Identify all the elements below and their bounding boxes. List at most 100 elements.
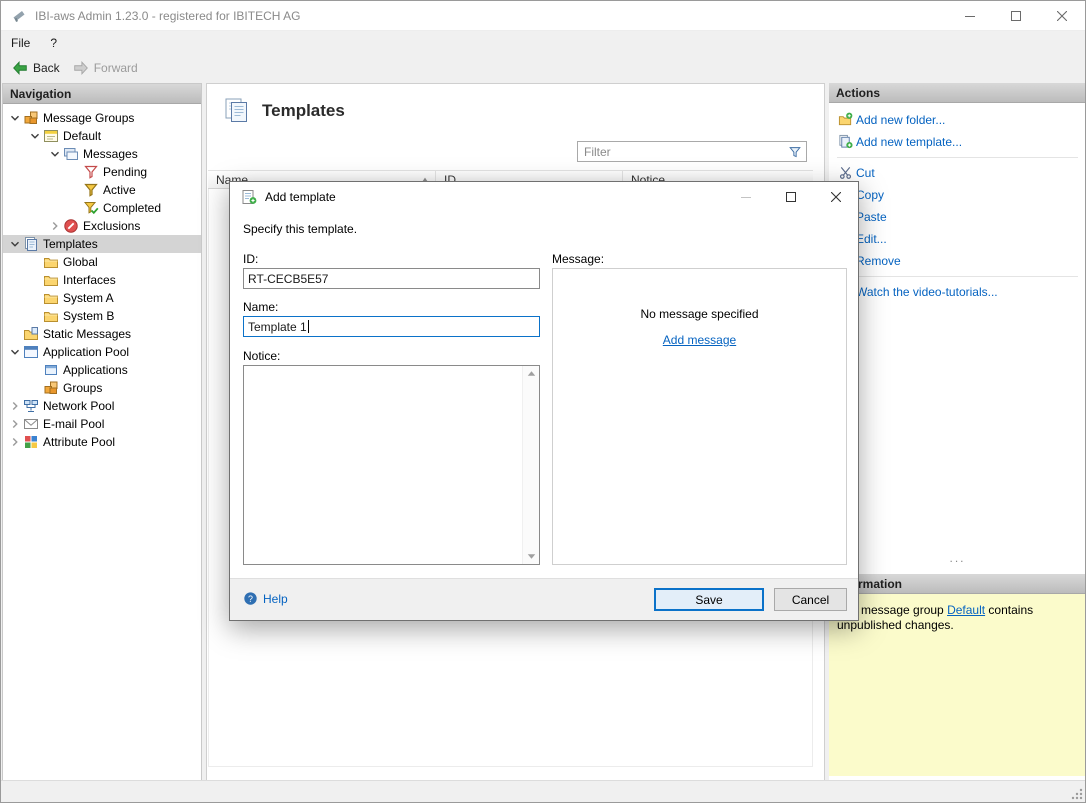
tree-item-label: Active [103,183,136,197]
tree-item-static-messages[interactable]: Static Messages [3,325,201,343]
attribute-pool-icon [23,434,39,450]
action-paste[interactable]: Paste [829,206,1086,228]
filter-box [577,141,807,162]
text-cursor [308,320,309,333]
add-template-dialog-icon [241,189,257,205]
help-icon: ? [243,591,258,606]
maximize-button[interactable] [993,1,1039,31]
action-add-new-folder[interactable]: Add new folder... [829,109,1086,131]
action-label: Edit... [856,232,887,246]
tree-item-global[interactable]: Global [3,253,201,271]
notice-scrollbar[interactable] [522,366,539,564]
action-cut[interactable]: Cut [829,162,1086,184]
chevron-down-icon[interactable] [27,128,43,144]
tree-item-e-mail-pool[interactable]: E-mail Pool [3,415,201,433]
tree-item-label: System B [63,309,114,323]
action-watch-the-video-tutorials[interactable]: Watch the video-tutorials... [829,281,1086,303]
help-link[interactable]: ? Help [243,591,288,606]
dialog-maximize-button[interactable] [768,182,813,212]
back-label: Back [33,61,60,75]
name-value: Template 1 [248,320,307,334]
tree-item-groups[interactable]: Groups [3,379,201,397]
tree-item-applications[interactable]: Applications [3,361,201,379]
tree-item-label: Application Pool [43,345,129,359]
tree-item-label: System A [63,291,114,305]
action-copy[interactable]: Copy [829,184,1086,206]
chevron-right-icon[interactable] [7,434,23,450]
tree-item-attribute-pool[interactable]: Attribute Pool [3,433,201,451]
window-title: IBI-aws Admin 1.23.0 - registered for IB… [35,9,300,23]
resize-grip-icon[interactable] [1070,787,1083,800]
close-button[interactable] [1039,1,1085,31]
expander-spacer [7,326,23,342]
scroll-up-icon[interactable] [526,368,537,379]
add-message-link[interactable]: Add message [663,333,736,347]
email-pool-icon [23,416,39,432]
action-label: Watch the video-tutorials... [856,285,998,299]
tree-item-label: Message Groups [43,111,134,125]
id-field[interactable]: RT-CECB5E57 [243,268,540,289]
tree-item-interfaces[interactable]: Interfaces [3,271,201,289]
chevron-right-icon[interactable] [47,218,63,234]
tree-item-system-b[interactable]: System B [3,307,201,325]
back-button[interactable]: Back [7,56,68,80]
tree-item-pending[interactable]: Pending [3,163,201,181]
filter-funnel-icon[interactable] [788,144,806,160]
action-add-new-template[interactable]: Add new template... [829,131,1086,153]
tree-item-system-a[interactable]: System A [3,289,201,307]
chevron-right-icon[interactable] [7,416,23,432]
expander-spacer [67,182,83,198]
dialog-close-button[interactable] [813,182,858,212]
tree-item-default[interactable]: Default [3,127,201,145]
tree-item-application-pool[interactable]: Application Pool [3,343,201,361]
expander-spacer [27,272,43,288]
information-panel: The message group Default contains unpub… [829,594,1086,776]
chevron-right-icon[interactable] [7,398,23,414]
action-edit[interactable]: Edit... [829,228,1086,250]
action-remove[interactable]: Remove [829,250,1086,272]
name-field[interactable]: Template 1 [243,316,540,337]
filter-input[interactable] [578,145,788,159]
chevron-down-icon[interactable] [7,236,23,252]
tree-indent [3,136,27,137]
menu-file[interactable]: File [1,33,40,53]
dialog-titlebar[interactable]: Add template [230,182,858,212]
actions-more-indicator[interactable]: ... [829,551,1086,565]
tree-item-completed[interactable]: Completed [3,199,201,217]
cut-icon [838,165,856,181]
expander-spacer [27,290,43,306]
exclusions-icon [63,218,79,234]
default-group-link[interactable]: Default [947,603,985,617]
titlebar[interactable]: IBI-aws Admin 1.23.0 - registered for IB… [1,1,1085,31]
tree-indent [3,208,67,209]
add-template-dialog: Add template Specify this template. ID: … [229,181,859,621]
chevron-down-icon[interactable] [7,344,23,360]
tree-item-exclusions[interactable]: Exclusions [3,217,201,235]
page-heading: Templates [207,84,824,124]
navigation-panel: Navigation Message GroupsDefaultMessages… [2,83,202,781]
dialog-subtitle: Specify this template. [243,222,357,236]
action-label: Cut [856,166,875,180]
cancel-button[interactable]: Cancel [774,588,847,611]
name-label: Name: [243,300,278,314]
chevron-down-icon[interactable] [47,146,63,162]
help-label: Help [263,592,288,606]
dialog-footer: ? Help Save Cancel [230,578,858,620]
scroll-down-icon[interactable] [526,551,537,562]
tree-item-network-pool[interactable]: Network Pool [3,397,201,415]
tree-indent [3,388,27,389]
tree-item-message-groups[interactable]: Message Groups [3,109,201,127]
expander-spacer [27,254,43,270]
save-button[interactable]: Save [654,588,764,611]
tree-item-messages[interactable]: Messages [3,145,201,163]
notice-field[interactable] [243,365,540,565]
tree-item-active[interactable]: Active [3,181,201,199]
chevron-down-icon[interactable] [7,110,23,126]
minimize-button[interactable] [947,1,993,31]
tree-indent [3,316,27,317]
menu-help[interactable]: ? [40,33,67,53]
actions-header-label: Actions [836,86,880,100]
forward-button[interactable]: Forward [68,56,146,80]
tree-indent [3,280,27,281]
tree-item-templates[interactable]: Templates [3,235,201,253]
